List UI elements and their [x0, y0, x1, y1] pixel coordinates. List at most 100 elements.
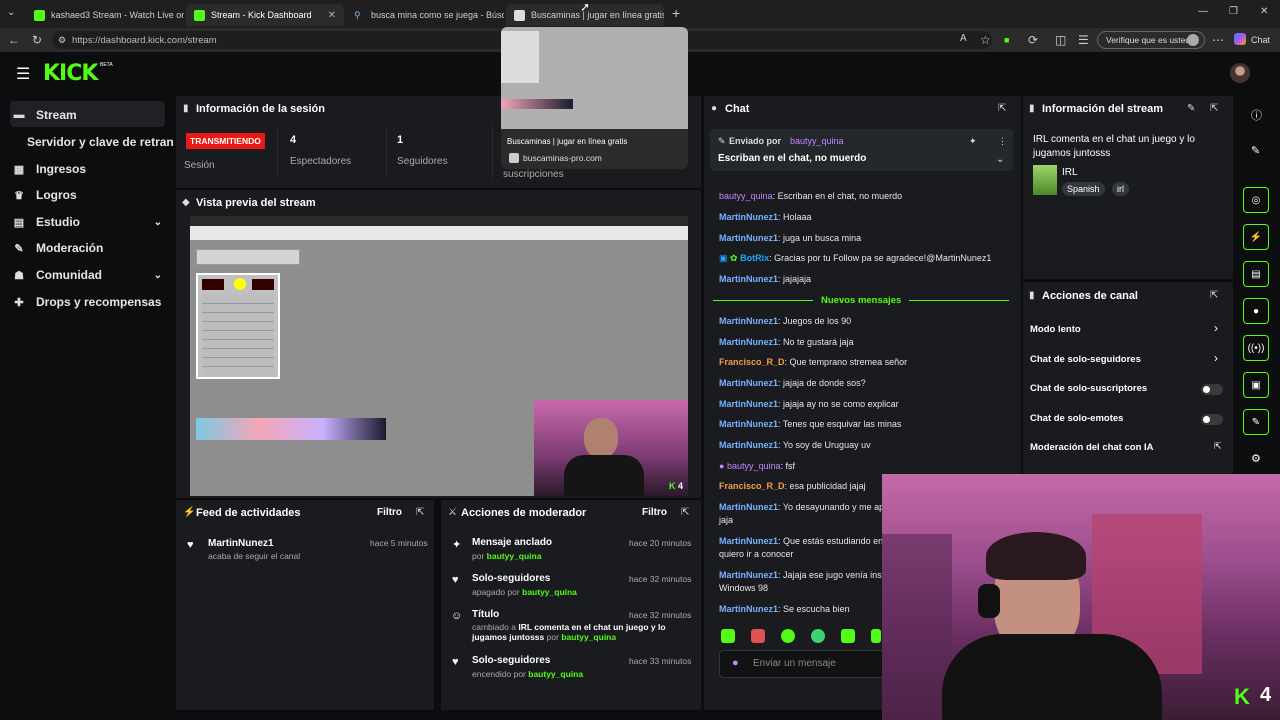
category-name[interactable]: IRL	[1062, 167, 1078, 178]
site-info-icon[interactable]: ⚙	[58, 35, 66, 46]
mod-action-user[interactable]: bautyy_quina	[561, 632, 616, 642]
back-icon[interactable]: ←	[8, 33, 20, 47]
sidebar-item-moderacion[interactable]: ✎ Moderación	[12, 236, 103, 260]
favorite-icon[interactable]: ☆	[980, 33, 991, 47]
chat-username[interactable]: MartinNunez1	[719, 316, 778, 326]
split-screen-icon[interactable]: ◫	[1055, 33, 1066, 47]
emote-icon[interactable]	[841, 629, 855, 643]
chat-username[interactable]: bautyy_quina	[719, 191, 773, 201]
copilot-icon[interactable]	[1234, 33, 1246, 45]
chevron-down-icon[interactable]: ⌄	[996, 154, 1004, 165]
filter-button[interactable]: Filtro	[642, 507, 667, 518]
followers-only-row[interactable]: Chat de solo-seguidores	[1030, 354, 1141, 365]
badge-icon: ●	[732, 657, 739, 669]
chat-username[interactable]: MartinNunez1	[719, 502, 778, 512]
mod-action-user[interactable]: bautyy_quina	[528, 669, 583, 679]
popout-icon[interactable]: ⇱	[998, 103, 1006, 114]
filter-button[interactable]: Filtro	[377, 507, 402, 518]
info-circle-icon[interactable]: ⓘ	[1251, 107, 1262, 123]
popout-icon[interactable]: ⇱	[1210, 103, 1218, 114]
activity-user[interactable]: MartinNunez1	[208, 538, 274, 549]
sidebar-item-comunidad[interactable]: ☗ Comunidad ⌄	[12, 263, 162, 287]
sidebar-item-drops[interactable]: ✚ Drops y recompensas	[12, 290, 161, 314]
sidebar-item-estudio[interactable]: ▤ Estudio ⌄	[12, 210, 162, 234]
rail-button[interactable]: ▣	[1243, 372, 1269, 398]
window-close-icon[interactable]: ✕	[1260, 6, 1268, 17]
more-menu-icon[interactable]: ⋯	[1212, 33, 1224, 47]
subscribers-only-toggle[interactable]	[1201, 384, 1223, 395]
rail-button[interactable]: ◎	[1243, 187, 1269, 213]
rail-button[interactable]: ⚡	[1243, 224, 1269, 250]
chat-username[interactable]: MartinNunez1	[719, 274, 778, 284]
chat-input[interactable]: ● Enviar un mensaje	[719, 650, 884, 678]
chat-username[interactable]: BotRix	[740, 253, 769, 263]
kick-logo[interactable]: KICK	[43, 61, 98, 86]
user-avatar[interactable]	[1230, 63, 1250, 83]
chat-username[interactable]: MartinNunez1	[719, 233, 778, 243]
sidebar-item-ingresos[interactable]: ▦ Ingresos	[12, 157, 86, 181]
chat-username[interactable]: MartinNunez1	[719, 378, 778, 388]
popout-icon[interactable]: ⇱	[1210, 290, 1218, 301]
chat-username[interactable]: bautyy_quina	[727, 461, 781, 471]
mod-action-user[interactable]: bautyy_quina	[522, 587, 577, 597]
tag-badge[interactable]: Spanish	[1062, 182, 1105, 196]
tab-list-icon[interactable]: ⌄	[7, 7, 15, 18]
rail-button[interactable]: ▤	[1243, 261, 1269, 287]
emote-icon[interactable]	[721, 629, 735, 643]
close-icon[interactable]: ✕	[322, 10, 336, 21]
chat-username[interactable]: MartinNunez1	[719, 536, 778, 546]
chat-username[interactable]: MartinNunez1	[719, 399, 778, 409]
unpin-icon[interactable]: ✦	[969, 136, 977, 147]
emote-icon[interactable]	[751, 629, 765, 643]
rail-button[interactable]: ●	[1243, 298, 1269, 324]
rail-button[interactable]: ✎	[1243, 409, 1269, 435]
chat-username[interactable]: MartinNunez1	[719, 440, 778, 450]
pinned-user[interactable]: bautyy_quina	[790, 136, 844, 146]
stream-preview-video[interactable]: K 4	[190, 216, 688, 496]
browser-tab[interactable]: ⚲ busca mina como se juega - Búsq ✕	[346, 4, 504, 26]
maximize-icon[interactable]: ❐	[1229, 6, 1238, 17]
pencil-icon[interactable]: ✎	[1251, 144, 1260, 157]
emotes-only-toggle[interactable]	[1201, 414, 1223, 425]
read-aloud-icon[interactable]: A	[960, 33, 967, 44]
chat-username[interactable]: Francisco_R_D	[719, 481, 785, 491]
browser-tab[interactable]: kashaed3 Stream - Watch Live on ✕	[26, 4, 184, 26]
chevron-right-icon[interactable]: ›	[1214, 351, 1218, 365]
refresh-ext-icon[interactable]: ⟳	[1028, 33, 1038, 47]
new-tab-icon[interactable]: +	[672, 5, 680, 21]
chat-username[interactable]: MartinNunez1	[719, 212, 778, 222]
favorites-list-icon[interactable]: ☰	[1078, 33, 1089, 47]
sidebar-item-server-key[interactable]: Servidor y clave de retransmisión	[27, 130, 174, 154]
emote-icon[interactable]	[811, 629, 825, 643]
mod-action-user[interactable]: bautyy_quina	[487, 551, 542, 561]
reload-icon[interactable]: ↻	[32, 33, 42, 47]
settings-icon[interactable]: ⚙	[1251, 452, 1261, 465]
sidebar-item-label: Moderación	[36, 241, 104, 255]
emote-icon[interactable]	[871, 629, 881, 643]
slow-mode-row[interactable]: Modo lento	[1030, 324, 1081, 335]
edit-icon[interactable]: ✎	[1187, 103, 1195, 114]
chat-username[interactable]: MartinNunez1	[719, 419, 778, 429]
popout-icon[interactable]: ⇱	[681, 507, 689, 518]
rail-button[interactable]: ((•))	[1243, 335, 1269, 361]
chat-username[interactable]: MartinNunez1	[719, 604, 778, 614]
chevron-right-icon[interactable]: ›	[1214, 321, 1218, 335]
chat-username[interactable]: Francisco_R_D	[719, 357, 785, 367]
popout-icon[interactable]: ⇱	[416, 507, 424, 518]
more-options-icon[interactable]: ⋮	[998, 136, 1007, 147]
chat-username[interactable]: MartinNunez1	[719, 337, 778, 347]
browser-tab-active[interactable]: Stream - Kick Dashboard ✕	[186, 4, 344, 26]
external-link-icon[interactable]: ⇱	[1214, 441, 1222, 452]
extension-icon[interactable]: ■	[1004, 35, 1009, 45]
tag-badge[interactable]: irl	[1112, 182, 1129, 196]
verify-profile-button[interactable]: Verifique que es usted	[1097, 31, 1205, 49]
chat-username[interactable]: MartinNunez1	[719, 570, 778, 580]
minimize-icon[interactable]: —	[1198, 6, 1208, 17]
ai-moderation-row[interactable]: Moderación del chat con IA	[1030, 442, 1154, 453]
emote-icon[interactable]	[781, 629, 795, 643]
sidebar-item-logros[interactable]: ♛ Logros	[12, 183, 77, 207]
category-thumbnail[interactable]	[1033, 165, 1057, 195]
sidebar-item-stream[interactable]: ▬ Stream	[12, 103, 77, 127]
hamburger-menu-icon[interactable]: ☰	[16, 64, 30, 84]
copilot-chat-label[interactable]: Chat	[1251, 35, 1270, 45]
